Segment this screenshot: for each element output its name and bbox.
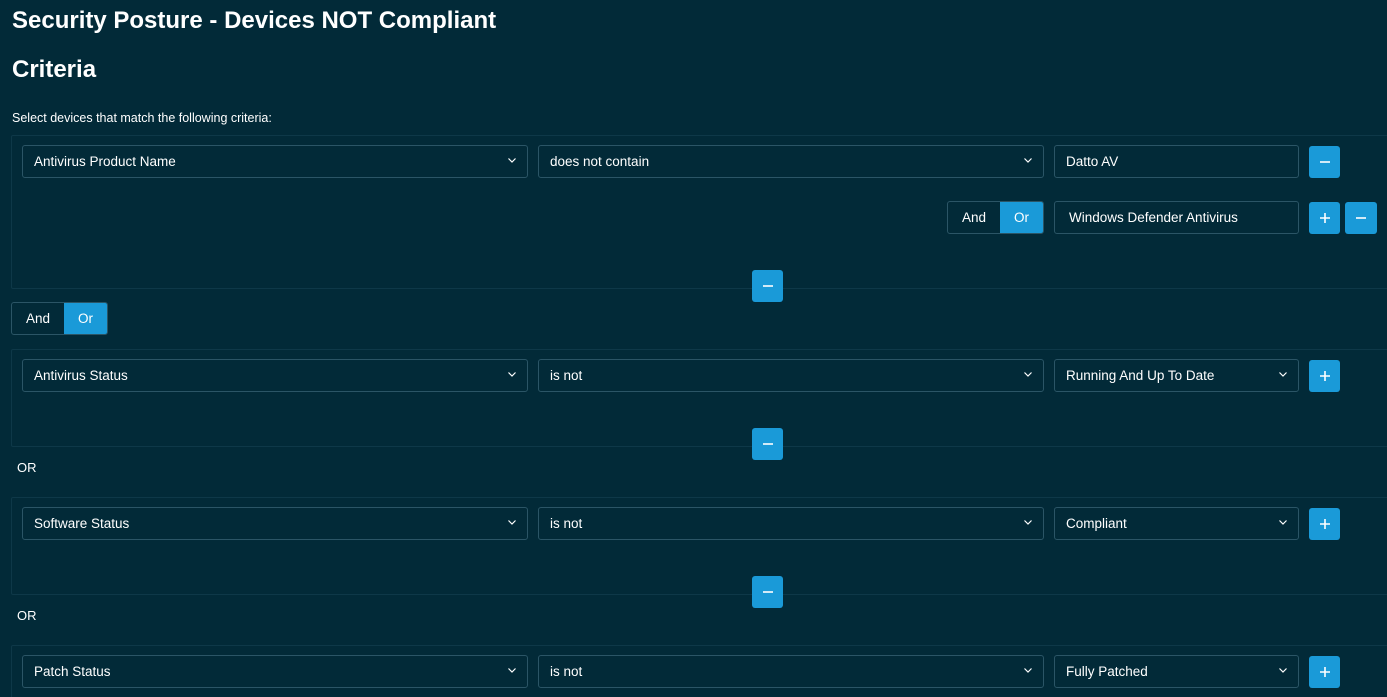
operator-select[interactable]: is not: [538, 507, 1044, 540]
group-join-or[interactable]: Or: [63, 303, 107, 334]
value-join-or[interactable]: Or: [999, 202, 1043, 233]
minus-icon: [762, 443, 773, 445]
value-select[interactable]: Fully Patched: [1054, 655, 1299, 688]
add-value-button[interactable]: [1309, 360, 1340, 392]
field-select-value: Antivirus Product Name: [34, 154, 176, 169]
group-join-toggle: And Or: [11, 302, 108, 335]
or-separator: OR: [17, 608, 37, 623]
operator-select-value: is not: [550, 664, 583, 679]
remove-group-button[interactable]: [752, 576, 783, 608]
criteria-page: Security Posture - Devices NOT Compliant…: [0, 0, 1387, 697]
value-select[interactable]: Running And Up To Date: [1054, 359, 1299, 392]
add-value-button[interactable]: [1309, 656, 1340, 688]
field-select-value: Patch Status: [34, 664, 111, 679]
or-separator: OR: [17, 460, 37, 475]
chevron-down-icon: [1024, 158, 1032, 163]
value-join-toggle: And Or: [947, 201, 1044, 234]
remove-value-button[interactable]: [1345, 202, 1377, 234]
value-input-text: Windows Defender Antivirus: [1069, 210, 1238, 225]
value-select-value: Running And Up To Date: [1066, 368, 1215, 383]
remove-value-button[interactable]: [1309, 146, 1340, 178]
chevron-down-icon: [508, 158, 516, 163]
chevron-down-icon: [508, 520, 516, 525]
operator-select-value: is not: [550, 516, 583, 531]
page-title: Security Posture - Devices NOT Compliant: [12, 7, 497, 34]
operator-select[interactable]: is not: [538, 655, 1044, 688]
add-value-button[interactable]: [1309, 202, 1340, 234]
value-input-text: Datto AV: [1066, 154, 1119, 169]
chevron-down-icon: [508, 668, 516, 673]
field-select[interactable]: Antivirus Product Name: [22, 145, 528, 178]
minus-icon: [762, 591, 773, 593]
chevron-down-icon: [1279, 520, 1287, 525]
field-select[interactable]: Software Status: [22, 507, 528, 540]
chevron-down-icon: [1024, 668, 1032, 673]
operator-select[interactable]: does not contain: [538, 145, 1044, 178]
plus-icon: [1319, 371, 1330, 381]
chevron-down-icon: [508, 372, 516, 377]
field-select-value: Antivirus Status: [34, 368, 128, 383]
value-select[interactable]: Compliant: [1054, 507, 1299, 540]
operator-select-value: does not contain: [550, 154, 650, 169]
operator-select-value: is not: [550, 368, 583, 383]
remove-group-button[interactable]: [752, 428, 783, 460]
minus-icon: [1356, 217, 1366, 219]
value-select-value: Fully Patched: [1066, 664, 1148, 679]
chevron-down-icon: [1024, 372, 1032, 377]
value-select-value: Compliant: [1066, 516, 1127, 531]
field-select[interactable]: Antivirus Status: [22, 359, 528, 392]
chevron-down-icon: [1279, 372, 1287, 377]
operator-select[interactable]: is not: [538, 359, 1044, 392]
chevron-down-icon: [1279, 668, 1287, 673]
minus-icon: [762, 285, 773, 287]
value-input[interactable]: Datto AV: [1054, 145, 1299, 178]
section-title: Criteria: [12, 56, 97, 83]
intro-text: Select devices that match the following …: [12, 111, 272, 125]
value-input[interactable]: Windows Defender Antivirus: [1054, 201, 1299, 234]
value-join-and[interactable]: And: [948, 202, 1000, 233]
field-select[interactable]: Patch Status: [22, 655, 528, 688]
plus-icon: [1319, 213, 1330, 223]
add-value-button[interactable]: [1309, 508, 1340, 540]
field-select-value: Software Status: [34, 516, 130, 531]
plus-icon: [1319, 519, 1330, 529]
plus-icon: [1319, 667, 1330, 677]
remove-group-button[interactable]: [752, 270, 783, 302]
chevron-down-icon: [1024, 520, 1032, 525]
minus-icon: [1319, 161, 1330, 163]
group-join-and[interactable]: And: [12, 303, 64, 334]
